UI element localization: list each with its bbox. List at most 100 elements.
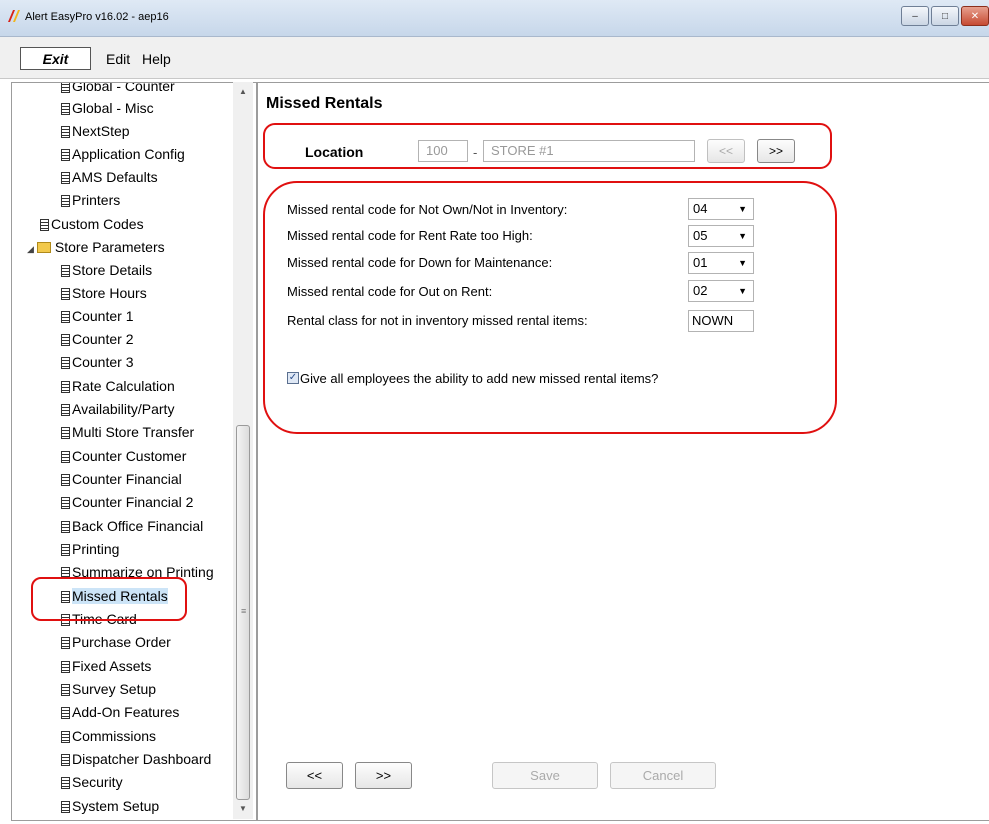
collapse-arrow-icon[interactable]: ◢ [27, 238, 34, 260]
menu-help[interactable]: Help [142, 51, 171, 67]
close-button[interactable]: ✕ [961, 6, 989, 26]
document-icon [61, 731, 70, 743]
setting-select-out-on-rent[interactable]: 02 ▼ [688, 280, 754, 302]
dropdown-arrow-icon: ▼ [738, 286, 747, 296]
tree-item-multi-store-transfer[interactable]: Multi Store Transfer [61, 421, 194, 443]
tree-item-label: Availability/Party [72, 401, 175, 417]
employees-add-label: Give all employees the ability to add ne… [300, 371, 659, 386]
tree-item-counter-3[interactable]: Counter 3 [61, 351, 133, 373]
document-icon [61, 83, 70, 93]
exit-button[interactable]: Exit [20, 47, 91, 70]
tree-item-security[interactable]: Security [61, 771, 123, 793]
tree-item-counter-financial-2[interactable]: Counter Financial 2 [61, 491, 193, 513]
tree-item-label: Application Config [72, 146, 185, 162]
document-icon [61, 497, 70, 509]
document-icon [61, 126, 70, 138]
document-icon [61, 195, 70, 207]
location-code-field[interactable]: 100 [418, 140, 468, 162]
document-icon [61, 451, 70, 463]
setting-select-not-own[interactable]: 04 ▼ [688, 198, 754, 220]
settings-tree: Global - Counter Global - Misc NextStep … [11, 82, 257, 821]
tree-item-label: Commissions [72, 728, 157, 744]
tree-item-nextstep[interactable]: NextStep [61, 120, 130, 142]
maximize-button[interactable]: □ [931, 6, 959, 26]
tree-item-survey-setup[interactable]: Survey Setup [61, 678, 156, 700]
save-button[interactable]: Save [492, 762, 598, 789]
tree-item-store-parameters[interactable]: ◢ Store Parameters [27, 236, 165, 258]
cancel-button[interactable]: Cancel [610, 762, 716, 789]
dropdown-arrow-icon: ▼ [738, 204, 747, 214]
tree-item-printers[interactable]: Printers [61, 189, 120, 211]
window-title: Alert EasyPro v16.02 - aep16 [25, 11, 169, 23]
tree-item-label: Purchase Order [72, 634, 171, 650]
tree-item-commissions[interactable]: Commissions [61, 725, 156, 747]
minimize-button[interactable]: – [901, 6, 929, 26]
tree-item-global-counter[interactable]: Global - Counter [61, 82, 175, 97]
setting-select-rent-rate[interactable]: 05 ▼ [688, 225, 754, 247]
scroll-up-arrow-icon[interactable]: ▲ [233, 84, 253, 100]
tree-item-global-misc[interactable]: Global - Misc [61, 97, 154, 119]
tree-item-ams-defaults[interactable]: AMS Defaults [61, 166, 158, 188]
tree-item-system-setup[interactable]: System Setup [61, 795, 159, 817]
tree-item-counter-financial[interactable]: Counter Financial [61, 468, 182, 490]
document-icon [61, 661, 70, 673]
document-icon [61, 801, 70, 813]
tree-item-printing[interactable]: Printing [61, 538, 119, 560]
tree-item-label: Counter Customer [72, 448, 187, 464]
tree-item-availability-party[interactable]: Availability/Party [61, 398, 174, 420]
page-title: Missed Rentals [266, 95, 383, 112]
setting-label-rent-rate: Missed rental code for Rent Rate too Hig… [287, 228, 533, 243]
scroll-down-arrow-icon[interactable]: ▼ [233, 801, 253, 817]
setting-select-maintenance[interactable]: 01 ▼ [688, 252, 754, 274]
tree-item-label: System Setup [72, 798, 160, 814]
document-icon [61, 684, 70, 696]
document-icon [61, 172, 70, 184]
footer-prev-button[interactable]: << [286, 762, 343, 789]
tree-item-application-config[interactable]: Application Config [61, 143, 185, 165]
footer-next-button[interactable]: >> [355, 762, 412, 789]
location-name-field[interactable]: STORE #1 [483, 140, 695, 162]
tree-item-label: Add-On Features [72, 704, 180, 720]
rental-class-input[interactable]: NOWN [688, 310, 754, 332]
tree-item-rate-calculation[interactable]: Rate Calculation [61, 375, 175, 397]
tree-item-label: Counter Financial [72, 471, 182, 487]
tree-item-purchase-order[interactable]: Purchase Order [61, 631, 171, 653]
document-icon [61, 334, 70, 346]
tree-item-fixed-assets[interactable]: Fixed Assets [61, 655, 151, 677]
tree-item-label: Global - Counter [72, 82, 175, 94]
tree-item-counter-1[interactable]: Counter 1 [61, 305, 133, 327]
document-icon [61, 265, 70, 277]
employees-add-checkbox[interactable]: ✓ [287, 372, 299, 384]
tree-item-label: Dispatcher Dashboard [72, 751, 212, 767]
title-bar: Alert EasyPro v16.02 - aep16 – □ ✕ [0, 0, 989, 37]
tree-scrollbar[interactable]: ▲ ≡ ▼ [233, 82, 253, 819]
tree-item-counter-2[interactable]: Counter 2 [61, 328, 133, 350]
document-icon [61, 404, 70, 416]
tree-item-counter-customer[interactable]: Counter Customer [61, 445, 186, 467]
tree-item-store-hours[interactable]: Store Hours [61, 282, 147, 304]
location-prev-button[interactable]: << [707, 139, 745, 163]
location-next-button[interactable]: >> [757, 139, 795, 163]
document-icon [61, 149, 70, 161]
tree-item-dispatcher-dashboard[interactable]: Dispatcher Dashboard [61, 748, 211, 770]
menu-edit[interactable]: Edit [106, 51, 130, 67]
tree-item-label: Multi Store Transfer [72, 424, 195, 440]
window-controls: – □ ✕ [899, 6, 989, 26]
rental-class-label: Rental class for not in inventory missed… [287, 313, 588, 328]
tree-item-label: NextStep [72, 123, 130, 139]
setting-label-out-on-rent: Missed rental code for Out on Rent: [287, 284, 493, 299]
tree-item-add-on-features[interactable]: Add-On Features [61, 701, 179, 723]
scroll-thumb[interactable]: ≡ [236, 425, 250, 800]
setting-label-not-own: Missed rental code for Not Own/Not in In… [287, 202, 568, 217]
dropdown-arrow-icon: ▼ [738, 231, 747, 241]
tree-item-back-office-financial[interactable]: Back Office Financial [61, 515, 203, 537]
tree-item-label: Store Parameters [54, 239, 165, 255]
location-separator: - [473, 145, 478, 160]
select-value: 04 [693, 201, 708, 216]
tree-item-label: Rate Calculation [72, 378, 175, 394]
select-value: 01 [693, 255, 708, 270]
tree-item-store-details[interactable]: Store Details [61, 259, 152, 281]
tree-item-custom-codes[interactable]: Custom Codes [40, 213, 144, 235]
document-icon [61, 381, 70, 393]
setting-label-maintenance: Missed rental code for Down for Maintena… [287, 255, 553, 270]
